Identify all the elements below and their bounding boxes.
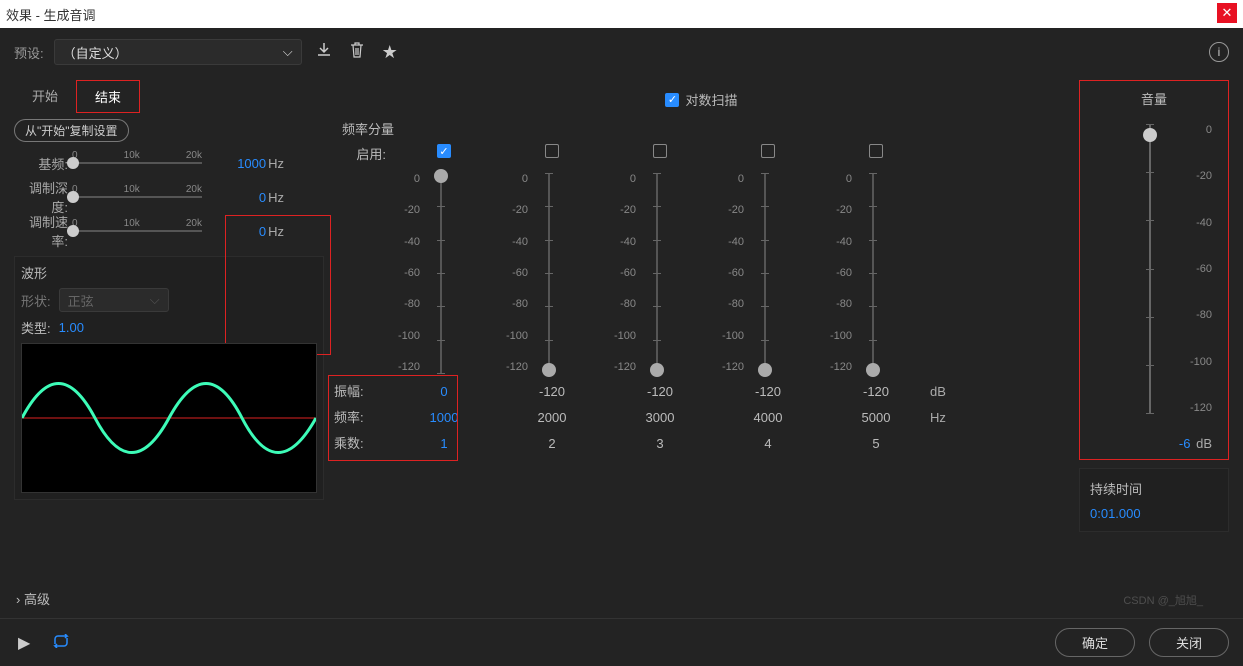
base-freq-row: 基频: 010k20k 1000Hz (14, 146, 324, 180)
preset-select[interactable]: （自定义） ⌵ (54, 39, 302, 65)
freq-knob-3[interactable] (650, 363, 664, 377)
freq-hz-3: 3000 (606, 405, 714, 431)
shape-select[interactable]: 正弦 ⌵ (59, 288, 169, 312)
base-freq-label: 基频: (14, 154, 72, 173)
waveform-title: 波形 (21, 263, 317, 282)
mod-rate-slider[interactable]: 010k20k (72, 230, 202, 232)
chevron-right-icon: › (16, 592, 20, 607)
freq-amp-4: -120 (714, 379, 822, 405)
freq-amp-1[interactable]: 0 (390, 379, 498, 405)
freq-slider-2[interactable]: 0-20-40-60-80-100-120 (532, 173, 572, 373)
favorite-icon[interactable]: ★ (378, 42, 402, 63)
freq-enable-3[interactable] (653, 144, 667, 158)
freq-enable-1[interactable]: ✓ (437, 144, 451, 158)
duration-value[interactable]: 0:01.000 (1090, 506, 1141, 521)
mult-label: 乘数: (334, 431, 390, 457)
hz-unit: Hz (930, 405, 970, 431)
close-button[interactable]: 关闭 (1149, 628, 1229, 657)
volume-slider[interactable]: 0-20-40 -60-80-100-120 (1088, 116, 1220, 432)
tabs: 开始 结束 (14, 80, 324, 113)
delete-icon[interactable] (346, 42, 368, 63)
freq-mult-1[interactable]: 1 (390, 431, 498, 457)
left-column: 开始 结束 从"开始"复制设置 基频: 010k20k 1000Hz 调制深度: (14, 80, 324, 579)
freq-knob-5[interactable] (866, 363, 880, 377)
freq-mult-2: 2 (498, 431, 606, 457)
freq-slider-1[interactable]: 0-20-40-60-80-100-120 (424, 173, 464, 373)
freq-amp-2: -120 (498, 379, 606, 405)
freq-hz-1[interactable]: 1000 (390, 405, 498, 431)
base-freq-slider[interactable]: 010k20k (72, 162, 202, 164)
freq-title: 频率分量 (342, 119, 1069, 138)
center-column: ✓ 对数扫描 频率分量 启用: ✓ 0-20-40-60-80-100-120 … (334, 80, 1069, 579)
preset-label: 预设: (14, 43, 44, 62)
mod-depth-slider[interactable]: 010k20k (72, 196, 202, 198)
freq-values-block: 振幅: 频率: 乘数: 0 1000 1-120 2000 2-120 3000… (334, 379, 1069, 457)
db-unit: dB (930, 379, 970, 405)
volume-knob[interactable] (1143, 128, 1157, 142)
freq-enable-4[interactable] (761, 144, 775, 158)
chevron-down-icon: ⌵ (283, 44, 293, 60)
freq-knob-4[interactable] (758, 363, 772, 377)
freq-slider-3[interactable]: 0-20-40-60-80-100-120 (640, 173, 680, 373)
enable-label: 启用: (334, 144, 390, 163)
play-icon[interactable]: ▶ (14, 633, 34, 653)
preset-value: （自定义） (63, 43, 128, 62)
close-icon[interactable]: ✕ (1217, 3, 1237, 23)
freq-hz-5: 5000 (822, 405, 930, 431)
freq-slider-5[interactable]: 0-20-40-60-80-100-120 (856, 173, 896, 373)
freq-knob-1[interactable] (434, 169, 448, 183)
toolbar: 预设: （自定义） ⌵ ★ i (0, 28, 1243, 68)
freq-knob-2[interactable] (542, 363, 556, 377)
freq-mult-3: 3 (606, 431, 714, 457)
watermark: CSDN @_旭旭_ (1123, 592, 1203, 608)
duration-title: 持续时间 (1090, 479, 1218, 498)
freq-enable-2[interactable] (545, 144, 559, 158)
mod-rate-label: 调制速率: (14, 212, 72, 250)
volume-panel: 音量 0-20-40 -60-80-100-120 -6 dB (1079, 80, 1229, 460)
waveform-display (21, 343, 317, 493)
mod-depth-label: 调制深度: (14, 178, 72, 216)
log-scan-row: ✓ 对数扫描 (334, 90, 1069, 109)
freq-amp-5: -120 (822, 379, 930, 405)
freq-enable-5[interactable] (869, 144, 883, 158)
mod-rate-row: 调制速率: 010k20k 0Hz (14, 214, 324, 248)
shape-label: 形状: (21, 291, 51, 310)
log-scan-checkbox[interactable]: ✓ (665, 93, 679, 107)
main-panel: 开始 结束 从"开始"复制设置 基频: 010k20k 1000Hz 调制深度: (0, 68, 1243, 579)
freq-hz-2: 2000 (498, 405, 606, 431)
mod-depth-row: 调制深度: 010k20k 0Hz (14, 180, 324, 214)
tab-end[interactable]: 结束 (76, 80, 140, 113)
type-label: 类型: (21, 318, 51, 337)
save-preset-icon[interactable] (312, 42, 336, 63)
tab-start[interactable]: 开始 (14, 80, 76, 113)
right-column: 音量 0-20-40 -60-80-100-120 -6 dB (1079, 80, 1229, 579)
base-freq-value[interactable]: 1000 (237, 156, 266, 171)
titlebar: 效果 - 生成音调 ✕ (0, 0, 1243, 28)
type-value[interactable]: 1.00 (59, 320, 84, 335)
freq-mult-4: 4 (714, 431, 822, 457)
freq-slider-4[interactable]: 0-20-40-60-80-100-120 (748, 173, 788, 373)
footer: ▶ 确定 关闭 (0, 618, 1243, 666)
waveform-panel: 波形 形状: 正弦 ⌵ 类型: 1.00 (14, 256, 324, 500)
freq-mult-5: 5 (822, 431, 930, 457)
ok-button[interactable]: 确定 (1055, 628, 1135, 657)
copy-from-start-button[interactable]: 从"开始"复制设置 (14, 119, 129, 142)
loop-icon[interactable] (48, 632, 74, 653)
window-title: 效果 - 生成音调 (6, 5, 96, 24)
amp-label: 振幅: (334, 379, 390, 405)
sliders-block: 基频: 010k20k 1000Hz 调制深度: 010k20k 0Hz (14, 146, 324, 248)
hz-label: 频率: (334, 405, 390, 431)
volume-value[interactable]: -6 (1179, 436, 1191, 451)
freq-amp-3: -120 (606, 379, 714, 405)
advanced-toggle[interactable]: › 高级 (0, 579, 1243, 618)
content: 预设: （自定义） ⌵ ★ i 开始 结束 从"开始"复制设置 基频: (0, 28, 1243, 666)
duration-panel: 持续时间 0:01.000 (1079, 468, 1229, 532)
volume-title: 音量 (1088, 89, 1220, 108)
log-scan-label: 对数扫描 (685, 90, 737, 109)
info-icon[interactable]: i (1209, 42, 1229, 62)
mod-depth-value[interactable]: 0 (259, 190, 266, 205)
freq-hz-4: 4000 (714, 405, 822, 431)
chevron-down-icon: ⌵ (150, 292, 160, 308)
mod-rate-value[interactable]: 0 (259, 224, 266, 239)
